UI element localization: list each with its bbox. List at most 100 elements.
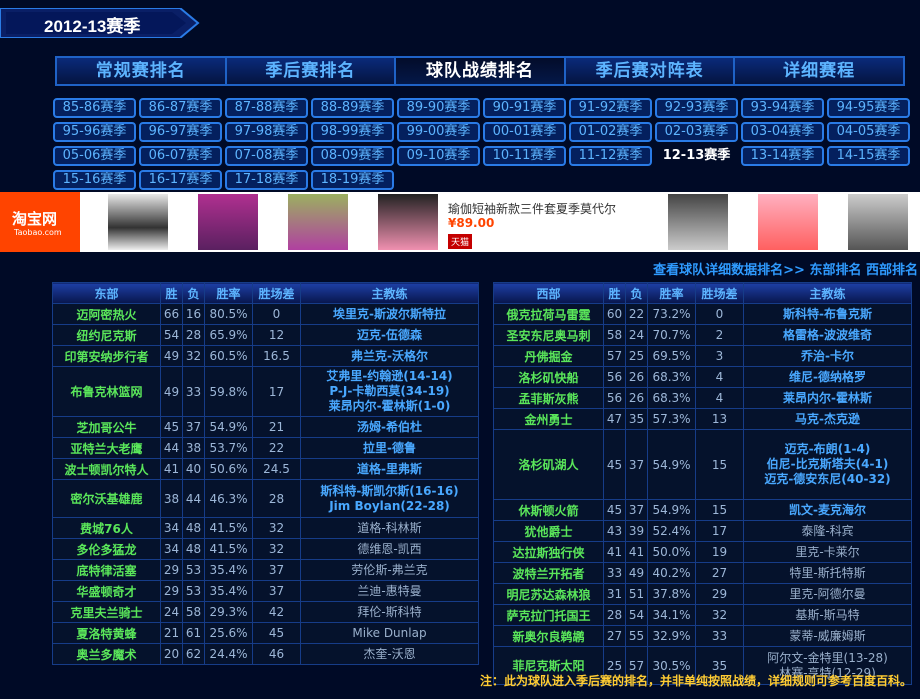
season-button[interactable]: 90-91赛季 bbox=[483, 98, 566, 118]
coach-name[interactable]: 里克-卡莱尔 bbox=[744, 545, 911, 560]
season-button[interactable]: 11-12赛季 bbox=[569, 146, 652, 166]
team-name-cell[interactable]: 密尔沃基雄鹿 bbox=[52, 479, 161, 518]
season-button[interactable]: 12-13赛季 bbox=[655, 146, 738, 166]
tab-playoff-ranking[interactable]: 季后赛排名 bbox=[226, 58, 397, 84]
season-button[interactable]: 93-94赛季 bbox=[741, 98, 824, 118]
coach-name[interactable]: Mike Dunlap bbox=[301, 626, 478, 641]
team-name-cell[interactable]: 迈阿密热火 bbox=[52, 303, 161, 325]
tab-regular-season[interactable]: 常规赛排名 bbox=[57, 58, 227, 84]
season-button[interactable]: 98-99赛季 bbox=[311, 122, 394, 142]
coach-name[interactable]: 泰隆-科宾 bbox=[744, 524, 911, 539]
coach-name[interactable]: 莱昂内尔-霍林斯(1-0) bbox=[301, 399, 478, 414]
ad-product-image[interactable] bbox=[848, 194, 908, 250]
season-button[interactable]: 06-07赛季 bbox=[139, 146, 222, 166]
team-name-cell[interactable]: 克里夫兰骑士 bbox=[52, 601, 161, 623]
season-button[interactable]: 94-95赛季 bbox=[827, 98, 910, 118]
coach-name[interactable]: 埃里克-斯波尔斯特拉 bbox=[301, 307, 478, 322]
season-button[interactable]: 99-00赛季 bbox=[397, 122, 480, 142]
season-button[interactable]: 18-19赛季 bbox=[311, 170, 394, 190]
team-name-cell[interactable]: 奥兰多魔术 bbox=[52, 643, 161, 665]
tab-schedule[interactable]: 详细赛程 bbox=[735, 58, 903, 84]
coach-name[interactable]: 特里-斯托特斯 bbox=[744, 566, 911, 581]
coach-name[interactable]: 凯文-麦克海尔 bbox=[744, 503, 911, 518]
season-button[interactable]: 17-18赛季 bbox=[225, 170, 308, 190]
team-name-cell[interactable]: 波士顿凯尔特人 bbox=[52, 458, 161, 480]
coach-name[interactable]: 斯科特-布鲁克斯 bbox=[744, 307, 911, 322]
team-name-cell[interactable]: 萨克拉门托国王 bbox=[493, 604, 604, 626]
east-ranking-link[interactable]: 东部排名 bbox=[809, 263, 861, 278]
tab-team-record[interactable]: 球队战绩排名 bbox=[396, 58, 566, 84]
tab-playoff-bracket[interactable]: 季后赛对阵表 bbox=[565, 58, 736, 84]
team-name-cell[interactable]: 明尼苏达森林狼 bbox=[493, 583, 604, 605]
coach-name[interactable]: 莱昂内尔-霍林斯 bbox=[744, 391, 911, 406]
ad-product-price[interactable]: ¥89.00 bbox=[448, 216, 494, 230]
season-button[interactable]: 89-90赛季 bbox=[397, 98, 480, 118]
team-name-cell[interactable]: 犹他爵士 bbox=[493, 520, 604, 542]
team-name-cell[interactable]: 圣安东尼奥马刺 bbox=[493, 324, 604, 346]
taobao-logo[interactable]: 淘宝网 Taobao.com bbox=[0, 192, 80, 252]
coach-name[interactable]: 迈克-伍德森 bbox=[301, 328, 478, 343]
season-button[interactable]: 02-03赛季 bbox=[655, 122, 738, 142]
season-button[interactable]: 13-14赛季 bbox=[741, 146, 824, 166]
coach-name[interactable]: 杰奎-沃恩 bbox=[301, 647, 478, 662]
season-button[interactable]: 04-05赛季 bbox=[827, 122, 910, 142]
team-name-cell[interactable]: 金州勇士 bbox=[493, 408, 604, 430]
coach-name[interactable]: 迈克-布朗(1-4) bbox=[744, 442, 911, 457]
coach-name[interactable]: 伯尼-比克斯塔夫(4-1) bbox=[744, 457, 911, 472]
season-button[interactable]: 88-89赛季 bbox=[311, 98, 394, 118]
team-name-cell[interactable]: 印第安纳步行者 bbox=[52, 345, 161, 367]
team-name-cell[interactable]: 多伦多猛龙 bbox=[52, 538, 161, 560]
season-button[interactable]: 87-88赛季 bbox=[225, 98, 308, 118]
coach-name[interactable]: 阿尔文-金特里(13-28) bbox=[744, 651, 911, 666]
season-button[interactable]: 08-09赛季 bbox=[311, 146, 394, 166]
season-button[interactable]: 85-86赛季 bbox=[53, 98, 136, 118]
season-button[interactable]: 91-92赛季 bbox=[569, 98, 652, 118]
coach-name[interactable]: 基斯-斯马特 bbox=[744, 608, 911, 623]
team-name-cell[interactable]: 夏洛特黄蜂 bbox=[52, 622, 161, 644]
season-button[interactable]: 16-17赛季 bbox=[139, 170, 222, 190]
season-button[interactable]: 14-15赛季 bbox=[827, 146, 910, 166]
coach-name[interactable]: 道格-科林斯 bbox=[301, 521, 478, 536]
ad-product-image[interactable] bbox=[198, 194, 258, 250]
coach-name[interactable]: 道格-里弗斯 bbox=[301, 462, 478, 477]
coach-name[interactable]: 拉里-德鲁 bbox=[301, 441, 478, 456]
ad-product-text[interactable]: 瑜伽短袖新款三件套夏季莫代尔 bbox=[448, 200, 616, 217]
season-button[interactable]: 00-01赛季 bbox=[483, 122, 566, 142]
team-name-cell[interactable]: 洛杉矶湖人 bbox=[493, 429, 604, 500]
season-button[interactable]: 92-93赛季 bbox=[655, 98, 738, 118]
ad-product-image[interactable] bbox=[668, 194, 728, 250]
season-button[interactable]: 09-10赛季 bbox=[397, 146, 480, 166]
team-name-cell[interactable]: 费城76人 bbox=[52, 517, 161, 539]
west-ranking-link[interactable]: 西部排名 bbox=[866, 263, 918, 278]
ad-product-image[interactable] bbox=[288, 194, 348, 250]
ad-product-image[interactable] bbox=[378, 194, 438, 250]
coach-name[interactable]: 蒙蒂-威廉姆斯 bbox=[744, 629, 911, 644]
team-name-cell[interactable]: 布鲁克林篮网 bbox=[52, 366, 161, 417]
coach-name[interactable]: 艾弗里-约翰逊(14-14) bbox=[301, 369, 478, 384]
season-button[interactable]: 15-16赛季 bbox=[53, 170, 136, 190]
team-name-cell[interactable]: 休斯顿火箭 bbox=[493, 499, 604, 521]
coach-name[interactable]: Jim Boylan(22-28) bbox=[301, 499, 478, 514]
team-name-cell[interactable]: 新奥尔良鹈鹕 bbox=[493, 625, 604, 647]
detail-ranking-link[interactable]: 查看球队详细数据排名>> bbox=[653, 263, 805, 278]
coach-name[interactable]: 劳伦斯-弗兰克 bbox=[301, 563, 478, 578]
coach-name[interactable]: 德维恩-凯西 bbox=[301, 542, 478, 557]
coach-name[interactable]: 弗兰克-沃格尔 bbox=[301, 349, 478, 364]
team-name-cell[interactable]: 华盛顿奇才 bbox=[52, 580, 161, 602]
team-name-cell[interactable]: 底特律活塞 bbox=[52, 559, 161, 581]
team-name-cell[interactable]: 芝加哥公牛 bbox=[52, 416, 161, 438]
ad-banner[interactable]: 淘宝网 Taobao.com 瑜伽短袖新款三件套夏季莫代尔 ¥89.00 天猫 bbox=[0, 192, 920, 252]
coach-name[interactable]: 汤姆-希伯杜 bbox=[301, 420, 478, 435]
ad-product-image[interactable] bbox=[758, 194, 818, 250]
ad-product-image[interactable] bbox=[108, 194, 168, 250]
team-name-cell[interactable]: 丹佛掘金 bbox=[493, 345, 604, 367]
season-button[interactable]: 86-87赛季 bbox=[139, 98, 222, 118]
season-button[interactable]: 97-98赛季 bbox=[225, 122, 308, 142]
season-button[interactable]: 03-04赛季 bbox=[741, 122, 824, 142]
season-button[interactable]: 95-96赛季 bbox=[53, 122, 136, 142]
coach-name[interactable]: 乔治-卡尔 bbox=[744, 349, 911, 364]
coach-name[interactable]: 里克-阿德尔曼 bbox=[744, 587, 911, 602]
coach-name[interactable]: P-J-卡勒西莫(34-19) bbox=[301, 384, 478, 399]
coach-name[interactable]: 拜伦-斯科特 bbox=[301, 605, 478, 620]
team-name-cell[interactable]: 洛杉矶快船 bbox=[493, 366, 604, 388]
